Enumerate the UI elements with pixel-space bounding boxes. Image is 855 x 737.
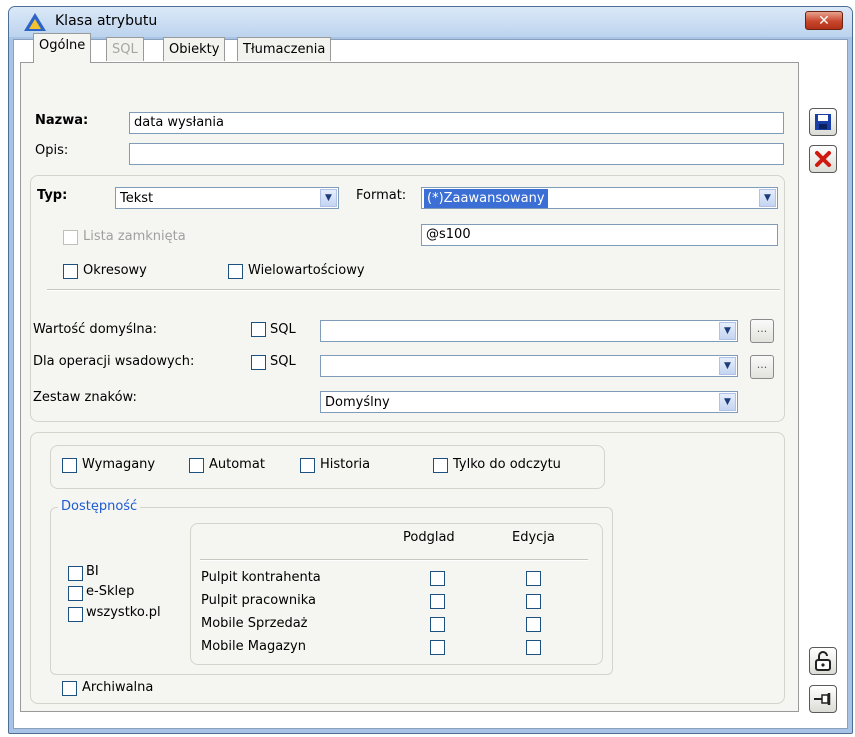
- wszystko-label: wszystko.pl: [86, 605, 161, 620]
- cancel-button[interactable]: [809, 145, 837, 173]
- chevron-down-icon[interactable]: ▼: [320, 189, 337, 207]
- batch-browse-button[interactable]: ...: [750, 355, 774, 379]
- archival-label: Archiwalna: [82, 680, 154, 695]
- default-sql-checkbox[interactable]: [251, 322, 266, 337]
- edit-checkbox[interactable]: [526, 640, 541, 655]
- chevron-down-icon[interactable]: ▼: [719, 322, 736, 340]
- name-label: Nazwa:: [35, 113, 89, 128]
- type-label: Typ:: [37, 188, 68, 203]
- format-label: Format:: [356, 188, 407, 203]
- default-value-browse-button[interactable]: ...: [750, 319, 774, 343]
- permission-row-label: Pulpit pracownika: [201, 593, 316, 608]
- save-button[interactable]: [809, 108, 837, 136]
- tab-objects[interactable]: Obiekty: [163, 37, 226, 61]
- availability-legend: Dostępność: [58, 499, 141, 514]
- format-select[interactable]: (*)Zaawansowany ▼: [421, 187, 778, 209]
- readonly-checkbox[interactable]: [433, 458, 448, 473]
- padlock-icon: [815, 651, 831, 671]
- edit-checkbox[interactable]: [526, 594, 541, 609]
- preview-checkbox[interactable]: [430, 617, 445, 632]
- unlock-button[interactable]: [809, 647, 837, 675]
- preview-checkbox[interactable]: [430, 571, 445, 586]
- type-group: [30, 175, 785, 422]
- edit-checkbox[interactable]: [526, 617, 541, 632]
- batch-sql-checkbox[interactable]: [251, 355, 266, 370]
- preview-checkbox[interactable]: [430, 640, 445, 655]
- periodic-label: Okresowy: [83, 263, 147, 278]
- close-button[interactable]: ✕: [805, 11, 843, 30]
- permission-row-label: Mobile Magazyn: [201, 639, 306, 654]
- permission-row-label: Mobile Sprzedaż: [201, 616, 308, 631]
- multivalue-label: Wielowartościowy: [248, 263, 365, 278]
- esklep-checkbox[interactable]: [68, 586, 83, 601]
- red-x-icon: [815, 151, 831, 167]
- type-separator: [47, 289, 780, 291]
- edit-column-header: Edycja: [512, 530, 555, 545]
- format-select-value: (*)Zaawansowany: [424, 189, 548, 208]
- history-label: Historia: [320, 457, 371, 472]
- charset-select-value: Domyślny: [325, 395, 390, 410]
- format-mask-input[interactable]: @s100: [421, 224, 778, 246]
- batch-sql-label: SQL: [270, 354, 296, 369]
- default-value-select[interactable]: ▼: [320, 320, 738, 342]
- periodic-checkbox[interactable]: [63, 264, 78, 279]
- bi-label: BI: [86, 564, 99, 579]
- chevron-down-icon[interactable]: ▼: [719, 357, 736, 375]
- history-checkbox[interactable]: [300, 458, 315, 473]
- required-label: Wymagany: [82, 457, 156, 472]
- charset-label: Zestaw znaków:: [33, 390, 137, 405]
- readonly-label: Tylko do odczytu: [453, 457, 561, 472]
- default-value-label: Wartość domyślna:: [33, 322, 157, 337]
- title-bar[interactable]: Klasa atrybutu ✕: [9, 7, 852, 37]
- description-label: Opis:: [35, 143, 69, 158]
- multivalue-checkbox[interactable]: [228, 264, 243, 279]
- pin-button[interactable]: [809, 685, 837, 713]
- type-select[interactable]: Tekst ▼: [115, 187, 339, 209]
- preview-column-header: Podglad: [403, 530, 455, 545]
- wszystko-checkbox[interactable]: [68, 607, 83, 622]
- name-input[interactable]: data wysłania: [129, 112, 784, 134]
- permissions-separator: [200, 559, 588, 561]
- window-title: Klasa atrybutu: [55, 13, 158, 29]
- type-select-value: Tekst: [120, 191, 154, 206]
- tab-translations[interactable]: Tłumaczenia: [237, 37, 332, 61]
- archival-checkbox[interactable]: [62, 681, 77, 696]
- tab-sql[interactable]: SQL: [106, 37, 144, 61]
- esklep-label: e-Sklep: [86, 584, 135, 599]
- pushpin-icon: [814, 693, 831, 705]
- closed-list-checkbox[interactable]: [63, 230, 78, 245]
- auto-checkbox[interactable]: [189, 458, 204, 473]
- charset-select[interactable]: Domyślny ▼: [320, 391, 738, 413]
- batch-value-select[interactable]: ▼: [320, 355, 738, 377]
- auto-label: Automat: [209, 457, 265, 472]
- permission-row-label: Pulpit kontrahenta: [201, 570, 321, 585]
- tab-general[interactable]: Ogólne: [33, 33, 92, 63]
- bi-checkbox[interactable]: [68, 566, 83, 581]
- required-checkbox[interactable]: [62, 458, 77, 473]
- description-input[interactable]: [129, 143, 784, 165]
- floppy-disk-icon: [815, 114, 831, 130]
- chevron-down-icon[interactable]: ▼: [759, 189, 776, 207]
- app-triangle-icon: [24, 13, 46, 31]
- edit-checkbox[interactable]: [526, 571, 541, 586]
- preview-checkbox[interactable]: [430, 594, 445, 609]
- chevron-down-icon[interactable]: ▼: [719, 393, 736, 411]
- batch-operations-label: Dla operacji wsadowych:: [33, 354, 195, 369]
- close-icon: ✕: [818, 13, 830, 29]
- closed-list-label: Lista zamknięta: [83, 229, 186, 244]
- default-sql-label: SQL: [270, 322, 296, 337]
